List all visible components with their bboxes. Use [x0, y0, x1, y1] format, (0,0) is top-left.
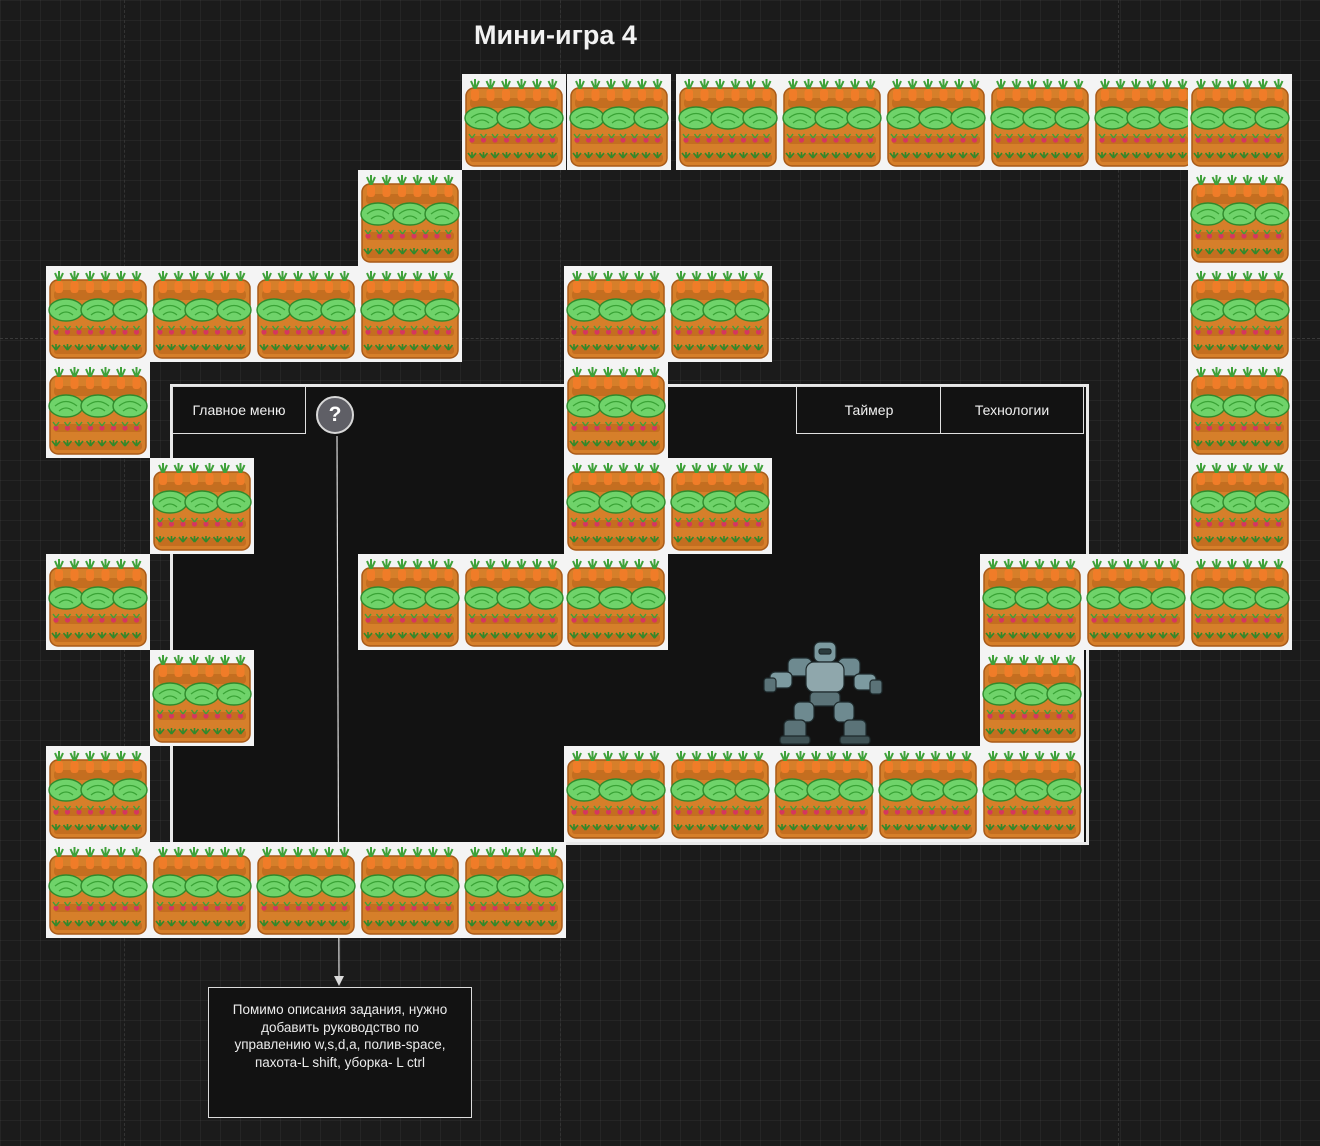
vegetable-garden-bed-icon[interactable]: [980, 554, 1084, 650]
vegetable-garden-bed-icon[interactable]: [46, 362, 150, 458]
vegetable-garden-bed-icon[interactable]: [980, 650, 1084, 746]
vegetable-garden-bed-icon[interactable]: [358, 170, 462, 266]
vegetable-garden-bed-icon[interactable]: [46, 554, 150, 650]
vegetable-garden-bed-icon[interactable]: [462, 554, 566, 650]
vegetable-garden-bed-icon[interactable]: [780, 74, 884, 170]
vegetable-garden-bed-icon[interactable]: [876, 746, 980, 842]
vegetable-garden-bed-icon[interactable]: [1188, 458, 1292, 554]
instruction-note: Помимо описания задания, нужно добавить …: [208, 987, 472, 1118]
vegetable-garden-bed-icon[interactable]: [358, 554, 462, 650]
vegetable-garden-bed-icon[interactable]: [668, 458, 772, 554]
vegetable-garden-bed-icon[interactable]: [676, 74, 780, 170]
question-icon[interactable]: ?: [316, 396, 354, 434]
vegetable-garden-bed-icon[interactable]: [358, 266, 462, 362]
vegetable-garden-bed-icon[interactable]: [462, 74, 566, 170]
vegetable-garden-bed-icon[interactable]: [254, 266, 358, 362]
vegetable-garden-bed-icon[interactable]: [1084, 554, 1188, 650]
vegetable-garden-bed-icon[interactable]: [358, 842, 462, 938]
vegetable-garden-bed-icon[interactable]: [46, 266, 150, 362]
vegetable-garden-bed-icon[interactable]: [46, 746, 150, 842]
vegetable-garden-bed-icon[interactable]: [1188, 362, 1292, 458]
vegetable-garden-bed-icon[interactable]: [150, 842, 254, 938]
vegetable-garden-bed-icon[interactable]: [254, 842, 358, 938]
vegetable-garden-bed-icon[interactable]: [1188, 170, 1292, 266]
vegetable-garden-bed-icon[interactable]: [1188, 554, 1292, 650]
vegetable-garden-bed-icon[interactable]: [564, 554, 668, 650]
vegetable-garden-bed-icon[interactable]: [1188, 266, 1292, 362]
vegetable-garden-bed-icon[interactable]: [988, 74, 1092, 170]
vegetable-garden-bed-icon[interactable]: [1092, 74, 1196, 170]
vegetable-garden-bed-icon[interactable]: [1188, 74, 1292, 170]
vegetable-garden-bed-icon[interactable]: [150, 458, 254, 554]
vegetable-garden-bed-icon[interactable]: [462, 842, 566, 938]
vegetable-garden-bed-icon[interactable]: [980, 746, 1084, 842]
vegetable-garden-bed-icon[interactable]: [564, 458, 668, 554]
vegetable-garden-bed-icon[interactable]: [668, 746, 772, 842]
vegetable-garden-bed-icon[interactable]: [884, 74, 988, 170]
vegetable-garden-bed-icon[interactable]: [564, 746, 668, 842]
vegetable-garden-bed-icon[interactable]: [567, 74, 671, 170]
vegetable-garden-bed-icon[interactable]: [150, 266, 254, 362]
vegetable-garden-bed-icon[interactable]: [46, 842, 150, 938]
robot-icon[interactable]: [762, 640, 886, 751]
vegetable-garden-bed-icon[interactable]: [772, 746, 876, 842]
vegetable-garden-bed-icon[interactable]: [564, 266, 668, 362]
vegetable-garden-bed-icon[interactable]: [150, 650, 254, 746]
vegetable-garden-bed-icon[interactable]: [668, 266, 772, 362]
vegetable-garden-bed-icon[interactable]: [564, 362, 668, 458]
